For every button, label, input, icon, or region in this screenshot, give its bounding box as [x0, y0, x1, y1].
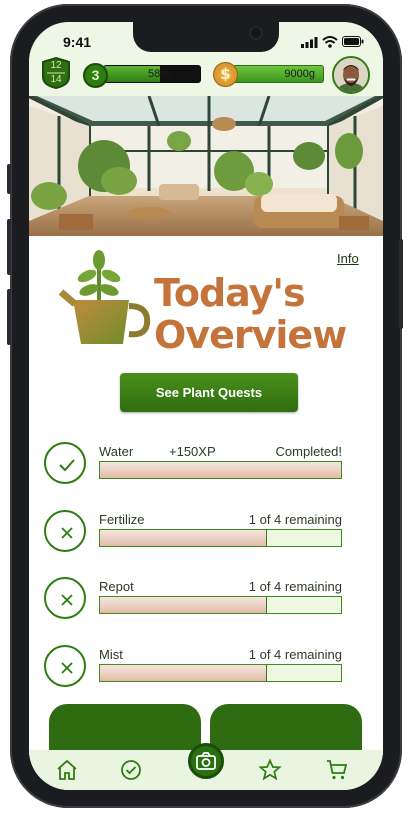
- check-circle-icon[interactable]: [119, 758, 143, 782]
- task-status-text: Completed!: [275, 444, 342, 459]
- task-repot[interactable]: Repot 1 of 4 remaining: [29, 577, 383, 637]
- task-progress-divider: [266, 597, 268, 613]
- task-progress-divider: [266, 530, 268, 546]
- task-name: Fertilize: [99, 512, 145, 527]
- task-status-circle: [44, 645, 86, 687]
- overview-panel: Info Today's Overview See Plant Quests W…: [29, 236, 383, 774]
- task-progress-bar: [99, 596, 342, 614]
- wifi-icon: [322, 36, 338, 48]
- clock: 9:41: [63, 34, 92, 50]
- home-icon[interactable]: [55, 758, 79, 782]
- task-progress-bar: [99, 461, 342, 479]
- task-water[interactable]: Water +150XP Completed!: [29, 442, 383, 502]
- task-mist[interactable]: Mist 1 of 4 remaining: [29, 645, 383, 705]
- star-icon[interactable]: [258, 758, 282, 782]
- task-status-circle: [44, 442, 86, 484]
- notch: [133, 22, 279, 52]
- avatar[interactable]: [332, 56, 370, 94]
- task-status-text: 1 of 4 remaining: [248, 647, 342, 662]
- xp-level-badge: 3: [83, 63, 108, 88]
- task-name: Mist: [99, 647, 123, 662]
- camera-icon: [196, 752, 216, 770]
- info-link[interactable]: Info: [337, 251, 359, 266]
- task-progress-fill: [100, 462, 341, 478]
- volume-down-button: [7, 289, 11, 345]
- bottom-tab-bar: [29, 743, 383, 790]
- task-progress-fill: [100, 530, 267, 546]
- level-badge[interactable]: 12 14: [41, 57, 71, 89]
- x-icon: [61, 594, 73, 606]
- gold-display: 9000g: [232, 65, 324, 83]
- see-plant-quests-button[interactable]: See Plant Quests: [120, 373, 298, 412]
- greenhouse-hero-image: [29, 96, 383, 236]
- coin-icon: $: [213, 62, 238, 87]
- task-progress-bar: [99, 664, 342, 682]
- camera-button[interactable]: [188, 743, 224, 779]
- task-progress-bar: [99, 529, 342, 547]
- task-status-circle: [44, 510, 86, 552]
- gold-amount: 9000g: [284, 68, 315, 80]
- cart-icon[interactable]: [325, 758, 349, 782]
- app-screen: 9:41 12 14 58% 3 9000g $ Info Today's Ov…: [29, 22, 383, 790]
- task-status-circle: [44, 577, 86, 619]
- level-max: 14: [50, 74, 62, 85]
- watering-can-plant-icon: [59, 250, 151, 344]
- power-button: [399, 239, 403, 329]
- task-name: Water: [99, 444, 134, 459]
- page-title: Today's Overview: [154, 272, 364, 356]
- status-bar: 9:41: [29, 22, 383, 56]
- front-camera: [251, 28, 261, 38]
- signal-icon: [301, 37, 318, 48]
- check-icon: [59, 459, 75, 472]
- task-fertilize[interactable]: Fertilize 1 of 4 remaining: [29, 510, 383, 570]
- task-status-text: 1 of 4 remaining: [248, 512, 342, 527]
- title-line-1: Today's: [154, 271, 306, 315]
- title-line-2: Overview: [154, 313, 347, 357]
- task-xp-reward: +150XP: [169, 444, 216, 459]
- xp-percent: 58%: [147, 68, 170, 80]
- mute-switch: [7, 164, 11, 194]
- user-avatar-image: [334, 58, 368, 92]
- task-status-text: 1 of 4 remaining: [248, 579, 342, 594]
- xp-progress-bar: 58%: [103, 65, 201, 83]
- task-name: Repot: [99, 579, 134, 594]
- battery-icon: [342, 36, 364, 47]
- game-hud: 12 14 58% 3 9000g $: [29, 54, 383, 96]
- task-progress-divider: [266, 665, 268, 681]
- x-icon: [61, 527, 73, 539]
- volume-up-button: [7, 219, 11, 275]
- task-progress-fill: [100, 665, 267, 681]
- level-current: 12: [50, 60, 62, 71]
- sunroom-illustration: [29, 96, 383, 236]
- task-progress-fill: [100, 597, 267, 613]
- x-icon: [61, 662, 73, 674]
